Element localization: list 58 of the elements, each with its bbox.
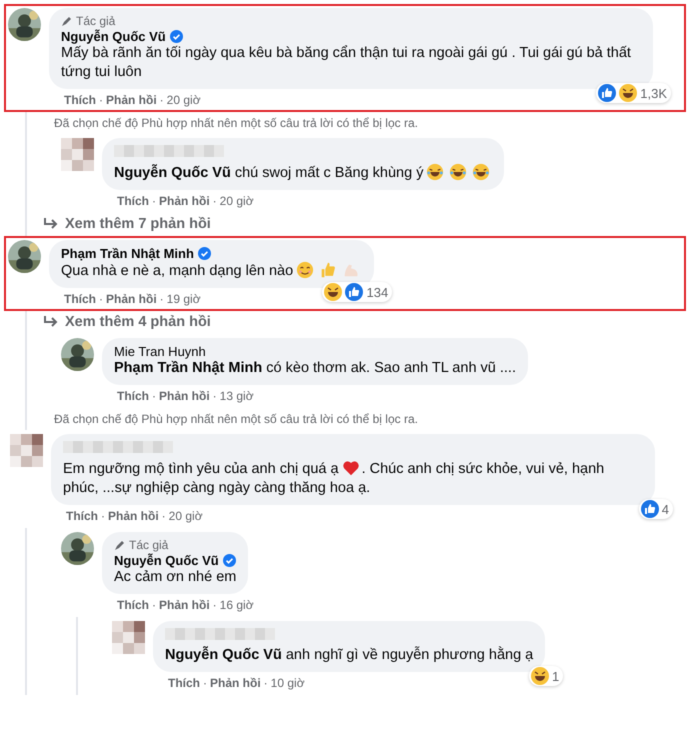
comment-text: Phạm Trần Nhật Minh có kèo thơm ak. Sao anh TL anh vũ ....	[114, 359, 516, 378]
like-link[interactable]: Thích	[66, 509, 98, 523]
separator-dot: ·	[152, 194, 156, 208]
comment-time: 20 giờ	[166, 93, 201, 107]
comment-time: 16 giờ	[220, 598, 254, 612]
reply-link[interactable]: Phản hồi	[106, 93, 157, 107]
like-link[interactable]: Thích	[64, 93, 96, 107]
reaction-summary[interactable]: 1,3K	[596, 83, 671, 103]
author-label: Tác giả	[76, 14, 116, 28]
comment-text: Mấy bà rãnh ăn tối ngày qua kêu bà băng cẩn thận tui ra ngoài gái gú . Tui gái gú bả thất tứng tui luôn	[61, 44, 632, 82]
reaction-summary[interactable]: 1	[529, 666, 564, 686]
reaction-summary[interactable]: 134	[322, 282, 392, 302]
separator-dot: ·	[212, 389, 217, 403]
reply-link[interactable]: Phản hồi	[159, 389, 210, 403]
comment-time: 20 giờ	[220, 194, 254, 208]
commenter-name[interactable]: Nguyễn Quốc Vũ	[114, 553, 219, 568]
reply-arrow-icon	[43, 217, 59, 231]
reply-arrow-icon	[43, 315, 59, 329]
reply-link[interactable]: Phản hồi	[106, 292, 157, 306]
more-replies-link[interactable]: Xem thêm 7 phản hồi	[43, 213, 682, 236]
filter-note: Đã chọn chế độ Phù hợp nhất nên một số câu trả lời có thể bị lọc ra.	[53, 115, 419, 132]
separator-dot: ·	[101, 509, 105, 523]
like-link[interactable]: Thích	[117, 389, 149, 403]
separator-dot: ·	[162, 509, 166, 523]
separator-dot: ·	[160, 292, 164, 306]
commenter-name[interactable]: Nguyễn Quốc Vũ	[61, 29, 166, 44]
comment-time: 10 giờ	[270, 676, 305, 690]
author-label: Tác giả	[129, 538, 168, 552]
comment-text: Qua nhà e nè a, mạnh dạng lên nào	[61, 261, 362, 281]
separator-dot: ·	[99, 292, 103, 306]
reply-link[interactable]: Phản hồi	[210, 676, 261, 690]
filter-note: Đã chọn chế độ Phù hợp nhất nên một số câu trả lời có thể bị lọc ra.	[53, 411, 419, 428]
comment-time: 20 giờ	[168, 509, 203, 523]
comment-text: Ac cảm ơn nhé em	[114, 568, 236, 587]
comment-time: 13 giờ	[220, 389, 254, 403]
like-link[interactable]: Thích	[117, 194, 149, 208]
reply-link[interactable]: Phản hồi	[159, 598, 210, 612]
separator-dot: ·	[160, 93, 164, 107]
reaction-summary[interactable]: 4	[638, 499, 673, 519]
commenter-name[interactable]: Phạm Trần Nhật Minh	[61, 246, 194, 261]
reply-link[interactable]: Phản hồi	[108, 509, 159, 523]
separator-dot: ·	[264, 676, 268, 690]
comment-text: Nguyễn Quốc Vũ anh nghĩ gì về nguyễn phương hằng ạ	[165, 646, 534, 665]
separator-dot: ·	[152, 389, 156, 403]
comment-time: 19 giờ	[166, 292, 201, 306]
separator-dot: ·	[203, 676, 207, 690]
like-link[interactable]: Thích	[64, 292, 96, 306]
comment-text: Nguyễn Quốc Vũ chú swoj mất c Băng khùng ý	[114, 163, 492, 183]
commenter-name[interactable]: Mie Tran Huynh	[114, 344, 206, 359]
like-link[interactable]: Thích	[168, 676, 200, 690]
comment-text: Em ngưỡng mộ tình yêu của anh chị quá ạ . Chúc anh chị sức khỏe, vui vẻ, hạnh phúc, ...sự nghiệp càng ngày càng thăng hoa ạ.	[63, 459, 606, 498]
separator-dot: ·	[212, 598, 217, 612]
separator-dot: ·	[99, 93, 103, 107]
separator-dot: ·	[212, 194, 217, 208]
more-replies-link[interactable]: Xem thêm 4 phản hồi	[43, 311, 682, 334]
separator-dot: ·	[152, 598, 156, 612]
like-link[interactable]: Thích	[117, 598, 149, 612]
reply-link[interactable]: Phản hồi	[159, 194, 210, 208]
